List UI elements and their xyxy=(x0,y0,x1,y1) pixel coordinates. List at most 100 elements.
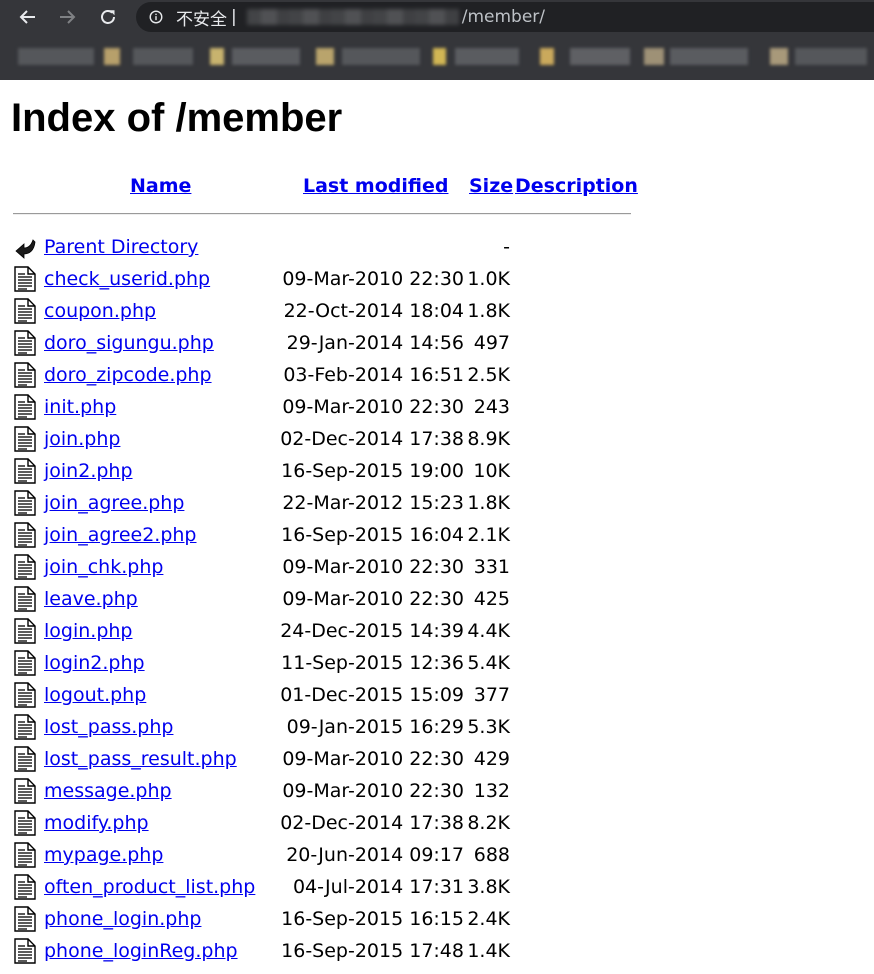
file-row: doro_sigungu.php 29-Jan-2014 14:56 497 xyxy=(0,327,874,359)
bookmark-item[interactable] xyxy=(570,48,630,65)
back-button[interactable] xyxy=(15,4,41,30)
file-size: 8.9K xyxy=(467,428,510,450)
file-modified: 09-Mar-2010 22:30 xyxy=(282,268,464,290)
file-link[interactable]: modify.php xyxy=(44,807,149,839)
file-link[interactable]: often_product_list.php xyxy=(44,871,255,903)
file-text-icon xyxy=(13,266,37,292)
url-path: /member/ xyxy=(461,7,546,27)
column-header-last-modified[interactable]: Last modified xyxy=(303,173,448,199)
parent-directory-row: Parent Directory - xyxy=(0,231,874,263)
directory-listing-page: Index of /member Name Last modified Size… xyxy=(0,80,874,967)
file-link[interactable]: lost_pass_result.php xyxy=(44,743,237,775)
file-link[interactable]: lost_pass.php xyxy=(44,711,173,743)
file-row: login2.php 11-Sep-2015 12:36 5.4K xyxy=(0,647,874,679)
file-text-icon xyxy=(13,490,37,516)
file-link[interactable]: doro_zipcode.php xyxy=(44,359,212,391)
url-separator: | xyxy=(231,7,237,27)
file-link[interactable]: check_userid.php xyxy=(44,263,210,295)
address-bar[interactable]: 不安全 | /member/ xyxy=(136,2,874,32)
bookmark-item[interactable] xyxy=(133,48,193,65)
file-link[interactable]: init.php xyxy=(44,391,116,423)
column-header-description[interactable]: Description xyxy=(515,173,638,199)
column-header-name[interactable]: Name xyxy=(130,173,191,199)
reload-icon xyxy=(101,10,115,24)
file-link[interactable]: join_agree2.php xyxy=(44,519,197,551)
file-link[interactable]: message.php xyxy=(44,775,172,807)
forward-button[interactable] xyxy=(54,4,80,30)
arrow-right-icon xyxy=(60,10,76,24)
file-size: 132 xyxy=(473,780,510,802)
bookmark-item[interactable] xyxy=(342,48,420,65)
file-link[interactable]: join_chk.php xyxy=(44,551,163,583)
file-link[interactable]: phone_loginReg.php xyxy=(44,935,238,967)
file-text-icon xyxy=(13,330,37,356)
bookmark-item[interactable] xyxy=(770,48,788,65)
file-text-icon xyxy=(13,842,37,868)
column-header-size[interactable]: Size xyxy=(469,173,513,199)
bookmark-item[interactable] xyxy=(644,48,664,65)
parent-directory-link[interactable]: Parent Directory xyxy=(44,231,198,263)
bookmarks-bar xyxy=(0,40,874,80)
bookmark-item[interactable] xyxy=(455,48,519,65)
file-link[interactable]: login2.php xyxy=(44,647,145,679)
bookmark-item[interactable] xyxy=(316,48,334,65)
file-modified: 09-Jan-2015 16:29 xyxy=(286,716,464,738)
file-row: join.php 02-Dec-2014 17:38 8.9K xyxy=(0,423,874,455)
file-size: 243 xyxy=(473,396,510,418)
file-text-icon xyxy=(13,458,37,484)
file-text-icon xyxy=(13,810,37,836)
file-link[interactable]: leave.php xyxy=(44,583,138,615)
reload-button[interactable] xyxy=(95,4,121,30)
file-link[interactable]: mypage.php xyxy=(44,839,163,871)
file-size: 331 xyxy=(473,556,510,578)
file-text-icon xyxy=(13,714,37,740)
not-secure-label: 不安全 xyxy=(176,9,227,30)
file-modified: 22-Mar-2012 15:23 xyxy=(282,492,464,514)
file-modified: 20-Jun-2014 09:17 xyxy=(286,844,464,866)
url-host-redacted xyxy=(246,9,459,25)
file-link[interactable]: login.php xyxy=(44,615,133,647)
file-link[interactable]: logout.php xyxy=(44,679,146,711)
file-text-icon xyxy=(13,938,37,964)
bookmark-item[interactable] xyxy=(670,48,748,65)
parent-size: - xyxy=(503,236,510,258)
file-link[interactable]: join2.php xyxy=(44,455,133,487)
bookmark-item[interactable] xyxy=(232,48,300,65)
file-text-icon xyxy=(13,394,37,420)
info-icon[interactable] xyxy=(149,10,163,24)
bookmark-item[interactable] xyxy=(433,48,446,65)
file-modified: 09-Mar-2010 22:30 xyxy=(282,556,464,578)
file-row: coupon.php 22-Oct-2014 18:04 1.8K xyxy=(0,295,874,327)
bookmark-item[interactable] xyxy=(104,48,120,65)
bookmark-item[interactable] xyxy=(210,48,224,65)
file-link[interactable]: join.php xyxy=(44,423,120,455)
file-row: phone_loginReg.php 16-Sep-2015 17:48 1.4K xyxy=(0,935,874,967)
file-row: login.php 24-Dec-2015 14:39 4.4K xyxy=(0,615,874,647)
file-row: init.php 09-Mar-2010 22:30 243 xyxy=(0,391,874,423)
file-link[interactable]: phone_login.php xyxy=(44,903,201,935)
file-row: logout.php 01-Dec-2015 15:09 377 xyxy=(0,679,874,711)
file-text-icon xyxy=(13,298,37,324)
file-row: doro_zipcode.php 03-Feb-2014 16:51 2.5K xyxy=(0,359,874,391)
bookmark-item[interactable] xyxy=(795,48,867,65)
bookmark-item[interactable] xyxy=(18,48,94,65)
file-row: mypage.php 20-Jun-2014 09:17 688 xyxy=(0,839,874,871)
file-size: 10K xyxy=(473,460,510,482)
file-text-icon xyxy=(13,746,37,772)
file-link[interactable]: doro_sigungu.php xyxy=(44,327,214,359)
file-text-icon xyxy=(13,874,37,900)
file-row: modify.php 02-Dec-2014 17:38 8.2K xyxy=(0,807,874,839)
file-link[interactable]: join_agree.php xyxy=(44,487,184,519)
file-modified: 02-Dec-2014 17:38 xyxy=(280,428,464,450)
file-text-icon xyxy=(13,522,37,548)
file-size: 497 xyxy=(473,332,510,354)
file-link[interactable]: coupon.php xyxy=(44,295,156,327)
file-row: lost_pass.php 09-Jan-2015 16:29 5.3K xyxy=(0,711,874,743)
file-modified: 16-Sep-2015 16:04 xyxy=(281,524,464,546)
file-modified: 24-Dec-2015 14:39 xyxy=(280,620,464,642)
arrow-left-icon xyxy=(19,10,35,24)
bookmark-item[interactable] xyxy=(540,48,554,65)
file-text-icon xyxy=(13,362,37,388)
file-modified: 16-Sep-2015 17:48 xyxy=(281,940,464,962)
file-row: often_product_list.php 04-Jul-2014 17:31 3… xyxy=(0,871,874,903)
